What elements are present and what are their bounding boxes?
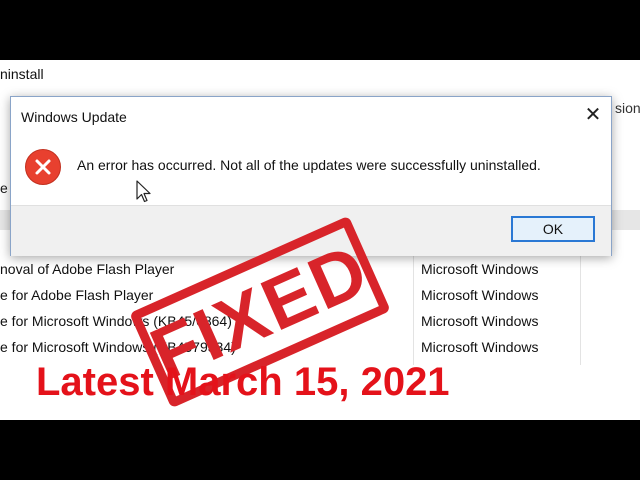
error-icon (25, 149, 61, 185)
update-name: noval of Adobe Flash Player (0, 261, 175, 277)
background-window-title: ninstall (0, 66, 44, 82)
background-column-header: sion (615, 100, 640, 116)
update-publisher: Microsoft Windows (421, 287, 539, 303)
update-publisher: Microsoft Windows (421, 313, 539, 329)
update-publisher: Microsoft Windows (421, 339, 539, 355)
background-edge-letter: e (0, 180, 8, 196)
screenshot-frame: ninstall sion e noval of Adobe Flash Pla… (0, 60, 640, 420)
letterbox-top (0, 0, 640, 60)
close-button[interactable]: ✕ (579, 103, 607, 127)
update-publisher: Microsoft Windows (421, 261, 539, 277)
dialog-body: An error has occurred. Not all of the up… (11, 133, 611, 203)
close-icon: ✕ (584, 104, 602, 126)
error-message: An error has occurred. Not all of the up… (77, 157, 541, 173)
mouse-cursor-icon (136, 180, 151, 203)
update-name: e for Adobe Flash Player (0, 287, 154, 303)
date-caption: Latest March 15, 2021 (36, 360, 450, 404)
ok-button[interactable]: OK (511, 216, 595, 242)
background-window-header: ninstall (0, 60, 640, 90)
dialog-title: Windows Update (21, 109, 127, 125)
letterbox-bottom (0, 420, 640, 480)
